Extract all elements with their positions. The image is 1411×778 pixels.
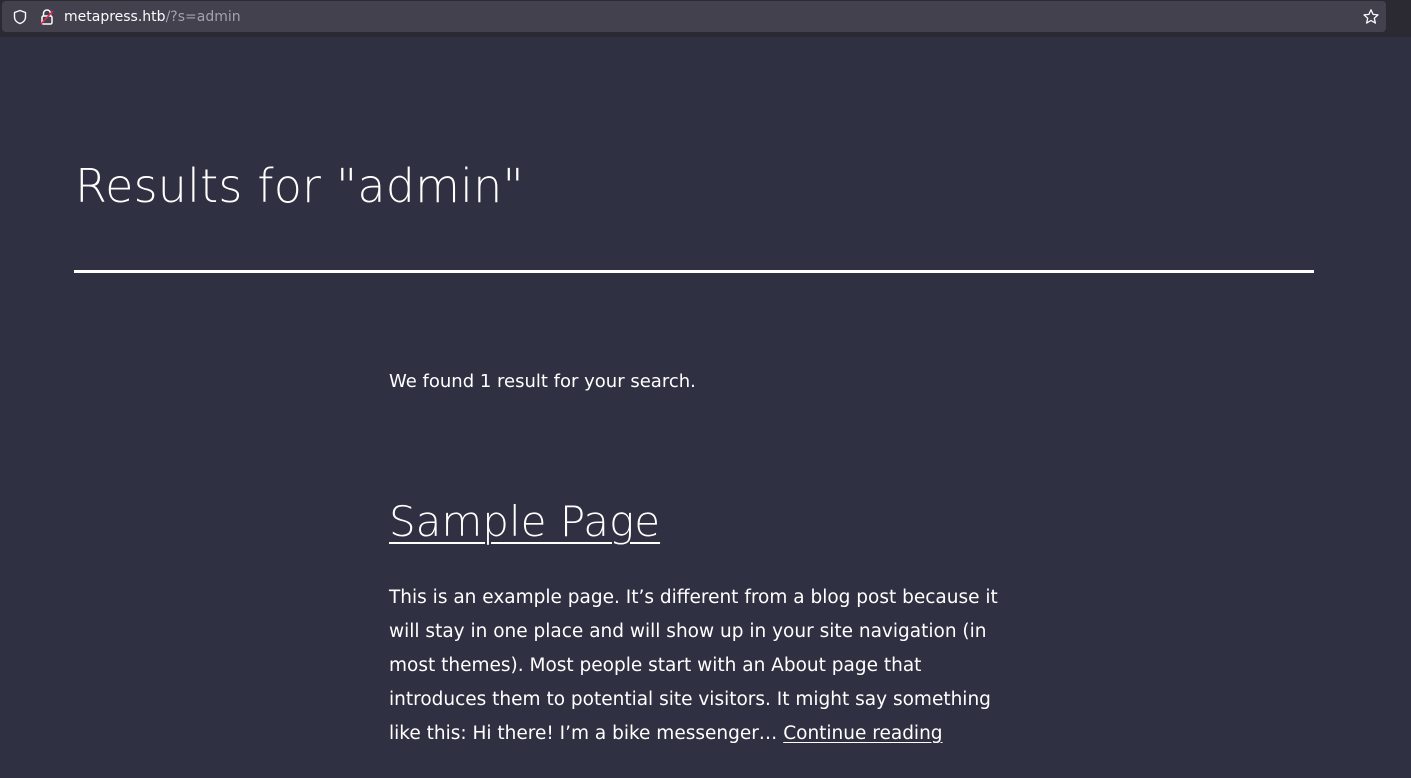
browser-toolbar: metapress.htb/?s=admin (0, 0, 1411, 37)
bookmark-star-icon[interactable] (1362, 8, 1380, 26)
result-title-link[interactable]: Sample Page (389, 497, 660, 546)
page-title: Results for "admin" (75, 159, 524, 213)
url-text[interactable]: metapress.htb/?s=admin (64, 8, 241, 26)
address-bar[interactable]: metapress.htb/?s=admin (2, 1, 1386, 32)
lock-icon[interactable] (39, 8, 55, 26)
continue-reading-link[interactable]: Continue reading (783, 723, 942, 744)
url-path: /?s=admin (165, 9, 241, 25)
result-excerpt: This is an example page. It’s different … (389, 581, 1014, 751)
url-host: metapress.htb (64, 9, 166, 25)
result-count: We found 1 result for your search. (389, 371, 696, 392)
result-title: Sample Page (389, 494, 660, 550)
title-divider (74, 270, 1314, 273)
shield-icon[interactable] (12, 9, 28, 25)
result-excerpt-text: This is an example page. It’s different … (389, 587, 998, 744)
